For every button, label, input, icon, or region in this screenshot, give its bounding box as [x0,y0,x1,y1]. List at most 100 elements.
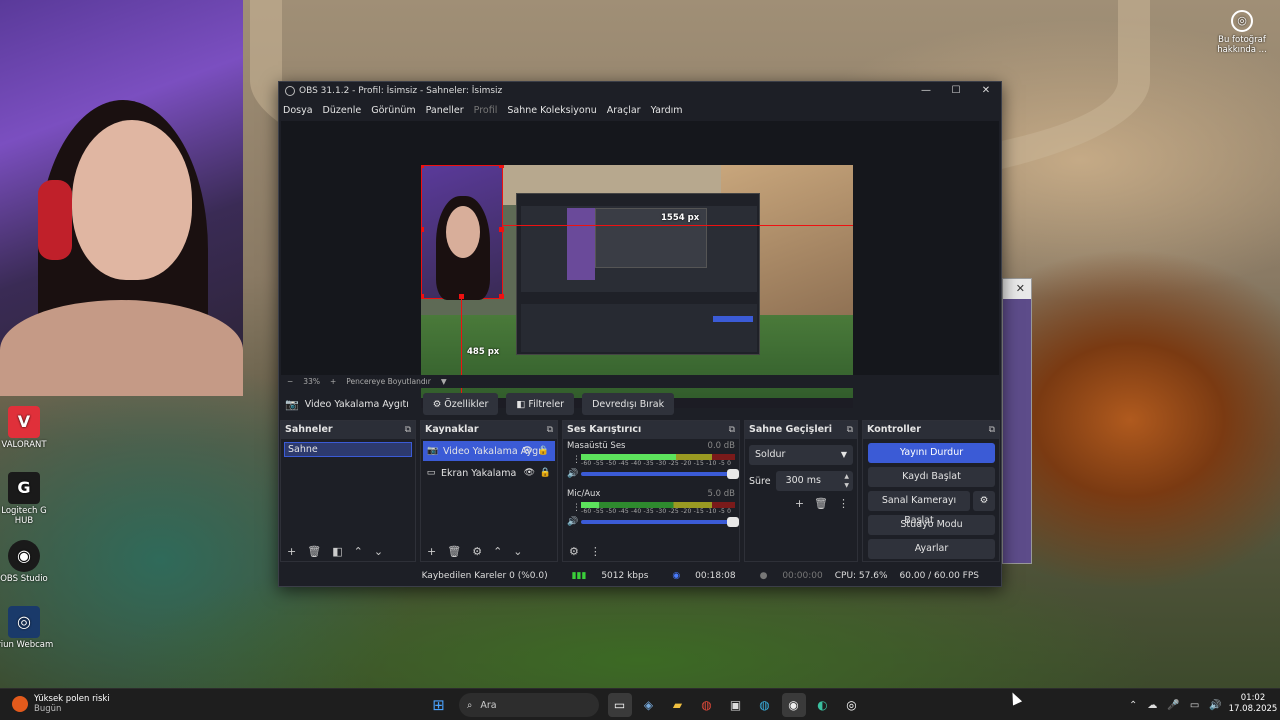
minimize-button[interactable]: — [911,83,941,99]
zoom-in-button[interactable]: + [330,377,336,386]
zoom-out-button[interactable]: − [287,377,293,386]
obs-taskbar-icon[interactable]: ◉ [781,693,806,717]
gear-icon[interactable]: ⚙ [973,491,995,511]
popout-icon[interactable]: ⧉ [405,421,411,439]
menu-sahne-koleksiyonu[interactable]: Sahne Koleksiyonu [507,105,596,116]
resize-handle[interactable] [499,165,504,168]
maximize-button[interactable]: ☐ [941,83,971,99]
add-icon[interactable]: + [287,545,296,558]
chevron-up-icon[interactable]: ⌃ [1129,700,1137,711]
mixer-settings-icon[interactable]: ⚙ [569,545,579,558]
transition-select[interactable]: Soldur ▼ [749,445,853,465]
clock[interactable]: 01:02 17.08.2025 [1228,693,1278,714]
obs-window[interactable]: OBS 31.1.2 - Profil: İsimsiz - Sahneler:… [278,81,1002,587]
windows-start-icon[interactable]: ⊞ [427,693,451,717]
eye-icon[interactable]: 👁 [522,446,533,456]
trash-icon[interactable]: 🗑 [307,545,321,558]
resize-handle[interactable] [499,227,504,232]
properties-button[interactable]: ⚙ Özellikler [422,393,499,415]
deactivate-button[interactable]: Devredışı Bırak [582,393,675,415]
filter-icon[interactable]: ◧ [332,545,342,558]
preview-area[interactable]: 1554 px 485 px [281,121,999,408]
zoom-dropdown-icon[interactable]: ▼ [441,377,447,386]
obs-logo-icon [285,86,295,96]
file-explorer-icon[interactable]: ▰ [666,693,690,717]
kebab-icon[interactable]: ⋮ [838,497,849,510]
background-window[interactable]: ✕ [1002,278,1032,564]
filters-button[interactable]: ◧ Filtreler [506,393,575,415]
chevron-down-icon[interactable]: ⌄ [374,545,383,558]
taskbar-search[interactable]: ⌕ Ara [459,693,599,717]
title-bar[interactable]: OBS 31.1.2 - Profil: İsimsiz - Sahneler:… [279,82,1001,100]
volume-icon[interactable]: 🔊 [1209,700,1221,711]
speaker-icon[interactable]: 🔊 [567,517,579,527]
chevron-up-icon[interactable]: ⌃ [354,545,363,558]
settings-button[interactable]: Ayarlar [868,539,995,559]
resize-handle[interactable] [421,227,424,232]
volume-slider[interactable] [581,469,739,479]
speaker-icon[interactable]: 🔊 [567,469,579,479]
menu-profil[interactable]: Profil [474,105,498,116]
duration-input[interactable]: 300 ms ▲ ▼ [775,471,853,491]
desktop-icon-obs[interactable]: ◉ OBS Studio [0,540,54,585]
menu-paneller[interactable]: Paneller [426,105,464,116]
volume-knob[interactable] [727,469,739,479]
microphone-icon[interactable]: 🎤 [1167,700,1179,711]
resize-handle[interactable] [421,165,424,168]
spinner-icon[interactable]: ▲ ▼ [844,472,849,490]
studio-mode-button[interactable]: Stüdyo Modu [868,515,995,535]
photo-info-widget[interactable]: ◎ Bu fotoğraf hakkında ... [1212,10,1272,56]
add-icon[interactable]: + [795,497,804,510]
network-icon[interactable]: ☁ [1147,700,1157,711]
source-item-video-capture[interactable]: 📷 Video Yakalama Aygıtı 👁 🔒 [423,441,555,461]
volume-slider[interactable] [581,517,739,527]
scene-item[interactable]: Sahne [284,442,412,457]
gear-icon[interactable]: ⚙ [472,545,482,558]
start-virtual-camera-button[interactable]: Sanal Kamerayı Başlat [868,491,970,526]
popout-icon[interactable]: ⧉ [847,421,853,439]
kebab-icon[interactable]: ⋮ [572,503,581,513]
trash-icon[interactable]: 🗑 [814,497,828,510]
lock-icon[interactable]: 🔒 [540,468,551,478]
close-button[interactable]: ✕ [971,83,1001,99]
lock-icon[interactable]: 🔒 [538,446,549,456]
desktop-icon-logitech[interactable]: G Logitech G HUB [0,472,54,527]
desktop-icon-valorant[interactable]: V VALORANT [0,406,54,451]
fit-to-window-button[interactable]: Pencereye Boyutlandır [346,377,431,386]
eye-icon[interactable]: 👁 [524,468,535,478]
copilot-icon[interactable]: ◈ [637,693,661,717]
menu-duzenle[interactable]: Düzenle [323,105,362,116]
menu-gorunum[interactable]: Görünüm [371,105,415,116]
kebab-icon[interactable]: ⋮ [590,545,601,558]
trash-icon[interactable]: 🗑 [447,545,461,558]
close-icon[interactable]: ✕ [1003,279,1031,299]
add-icon[interactable]: + [427,545,436,558]
menu-yardim[interactable]: Yardım [651,105,683,116]
start-recording-button[interactable]: Kaydı Başlat [868,467,995,487]
stop-streaming-button[interactable]: Yayını Durdur [868,443,995,463]
preview-canvas[interactable]: 1554 px 485 px [421,165,853,408]
menu-dosya[interactable]: Dosya [283,105,313,116]
popout-icon[interactable]: ⧉ [547,421,553,439]
iriun-taskbar-icon[interactable]: ◎ [840,693,864,717]
popout-icon[interactable]: ⧉ [729,421,735,439]
desktop-icon-iriun[interactable]: ◎ Iriun Webcam [0,606,54,651]
chevron-up-icon[interactable]: ⌃ [493,545,502,558]
menu-araclar[interactable]: Araçlar [607,105,641,116]
task-view-icon[interactable]: ▭ [607,693,632,717]
resize-handle[interactable] [421,294,424,299]
chrome-icon[interactable]: ◍ [695,693,719,717]
chevron-down-icon[interactable]: ⌄ [513,545,522,558]
source-item-screen-capture[interactable]: ▭ Ekran Yakalama 👁 🔒 [421,463,557,483]
store-icon[interactable]: ▣ [724,693,748,717]
volume-knob[interactable] [727,517,739,527]
kebab-icon[interactable]: ⋮ [572,455,581,465]
weather-widget[interactable]: Yüksek polen riski Bugün [12,694,110,714]
channel-name: Masaüstü Ses [567,441,626,451]
selected-webcam-source[interactable] [421,165,503,300]
edge-icon[interactable]: ◐ [811,693,835,717]
chrome-profile-icon[interactable]: ◍ [753,693,777,717]
resize-handle[interactable] [499,294,504,299]
display-icon[interactable]: ▭ [1190,700,1199,711]
popout-icon[interactable]: ⧉ [989,421,995,439]
